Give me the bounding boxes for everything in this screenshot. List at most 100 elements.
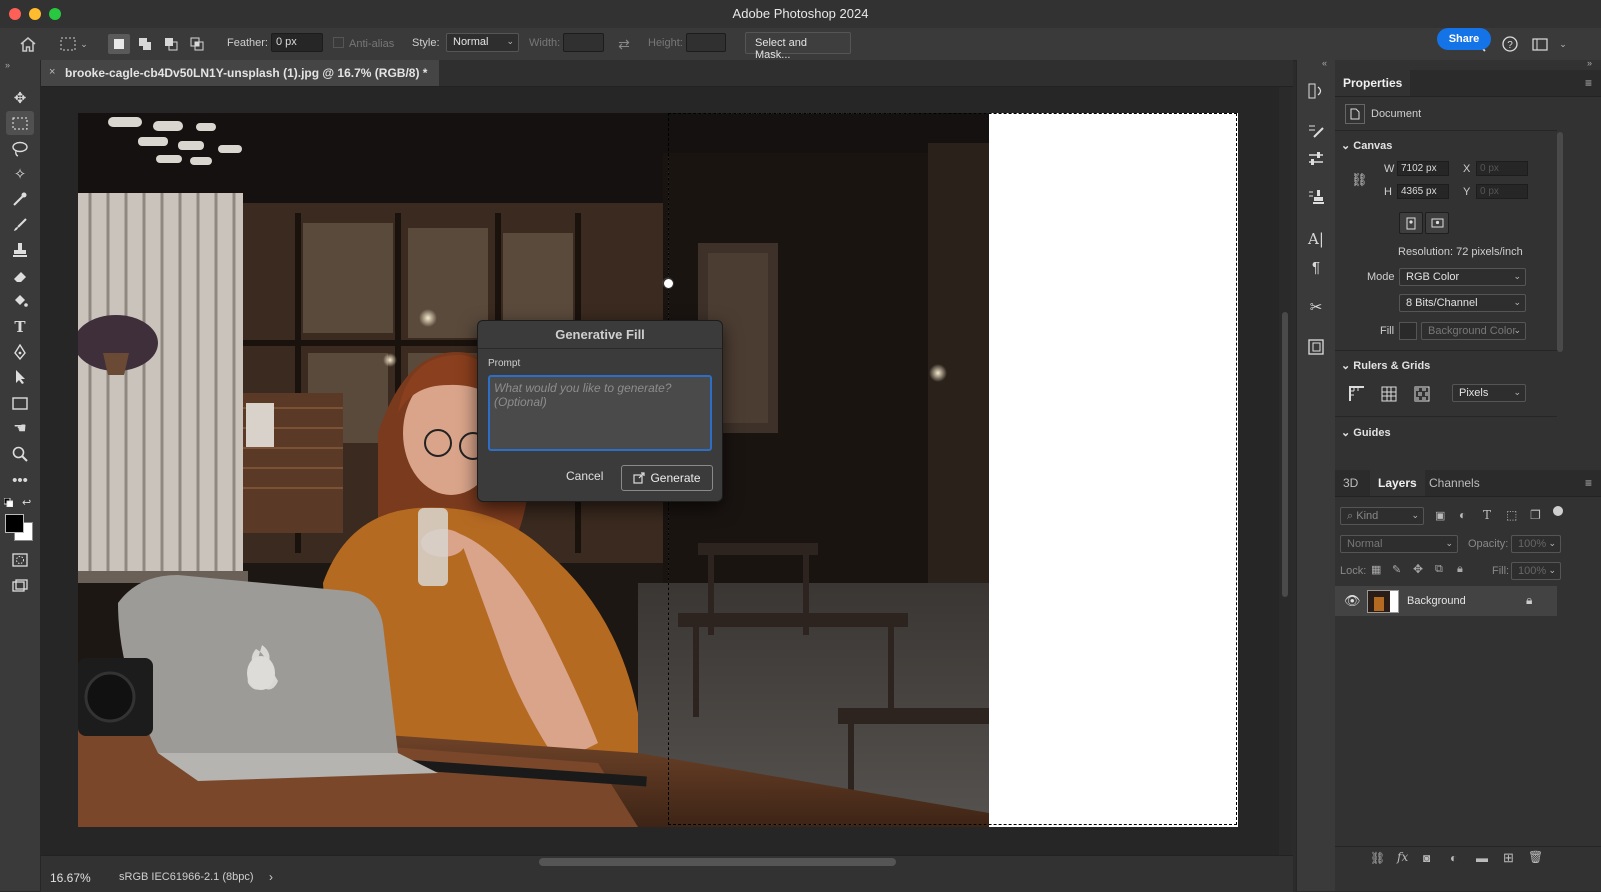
- clone-source-icon[interactable]: [1305, 186, 1327, 208]
- panel-menu-icon[interactable]: ≡: [1585, 476, 1592, 490]
- help-icon[interactable]: ?: [1500, 34, 1520, 54]
- portrait-icon[interactable]: [1399, 212, 1423, 234]
- document-tab[interactable]: × brooke-cagle-cb4Dv50LN1Y-unsplash (1).…: [41, 60, 440, 86]
- zoom-tool-icon[interactable]: [6, 442, 34, 466]
- opacity-input[interactable]: 100% ⌄: [1511, 535, 1561, 553]
- style-select[interactable]: Normal ⌄: [446, 33, 519, 52]
- eyedropper-tool-icon[interactable]: [6, 187, 34, 211]
- layer-row[interactable]: 👁︎ Background 🔒︎: [1335, 586, 1557, 616]
- adjustments-icon[interactable]: [1305, 148, 1327, 170]
- character-icon[interactable]: A|: [1305, 228, 1327, 250]
- canvas-y-input[interactable]: 0 px: [1476, 184, 1528, 199]
- link-icon[interactable]: ⛓: [1351, 172, 1368, 188]
- new-selection-icon[interactable]: [108, 34, 130, 54]
- canvas-height-input[interactable]: 4365 px: [1397, 184, 1449, 199]
- chevron-right-icon[interactable]: ›: [269, 870, 273, 884]
- horizontal-scroll-thumb[interactable]: [539, 858, 896, 866]
- selection-handle[interactable]: [663, 278, 674, 289]
- landscape-icon[interactable]: [1425, 212, 1449, 234]
- layer-lock-icon[interactable]: 🔒︎: [1526, 593, 1532, 608]
- more-tools-icon[interactable]: •••: [6, 468, 34, 492]
- prompt-input[interactable]: [488, 375, 712, 451]
- marquee-preset-button[interactable]: ⌄: [56, 34, 92, 54]
- smart-object-filter-icon[interactable]: ❐: [1530, 508, 1541, 522]
- paint-bucket-tool-icon[interactable]: [6, 289, 34, 313]
- tab-3d[interactable]: 3D: [1335, 470, 1366, 496]
- layer-kind-filter[interactable]: ⌕ Kind ⌄: [1340, 507, 1424, 525]
- ruler-icon[interactable]: [1348, 385, 1366, 406]
- antialias-checkbox[interactable]: Anti-alias: [333, 37, 394, 50]
- properties-scrollbar[interactable]: [1557, 132, 1565, 352]
- link-layers-icon[interactable]: ⛓: [1370, 851, 1385, 865]
- eraser-tool-icon[interactable]: [6, 264, 34, 288]
- rectangle-tool-icon[interactable]: [6, 391, 34, 415]
- tab-layers[interactable]: Layers: [1370, 470, 1425, 496]
- expand-icon[interactable]: »: [1587, 58, 1592, 68]
- workspace-icon[interactable]: [1530, 34, 1550, 54]
- lock-artboard-icon[interactable]: ⧉: [1435, 563, 1443, 576]
- swap-colors-icon[interactable]: ↩: [22, 496, 31, 509]
- lock-transparent-icon[interactable]: ▦: [1371, 563, 1381, 576]
- lock-pixels-icon[interactable]: ✎: [1392, 563, 1401, 576]
- feather-input[interactable]: 0 px: [271, 33, 323, 52]
- pixel-grid-icon[interactable]: [1413, 385, 1431, 406]
- marquee-tool-icon[interactable]: [6, 111, 34, 135]
- transparent-canvas-area[interactable]: [989, 113, 1238, 827]
- guides-section-header[interactable]: ⌄ Guides: [1341, 426, 1391, 439]
- image-filter-icon[interactable]: ▣: [1435, 509, 1445, 522]
- swap-icon[interactable]: ⇄: [614, 34, 634, 54]
- adjustment-filter-icon[interactable]: ◐: [1459, 508, 1466, 522]
- fill-select[interactable]: Background Color ⌄: [1421, 322, 1526, 340]
- blend-mode-select[interactable]: Normal ⌄: [1340, 535, 1458, 553]
- new-adjustment-icon[interactable]: ◐: [1450, 851, 1457, 865]
- hand-tool-icon[interactable]: ☚: [6, 416, 34, 440]
- foreground-color-swatch[interactable]: [5, 514, 24, 533]
- libraries-icon[interactable]: [1305, 336, 1327, 358]
- grid-icon[interactable]: [1380, 385, 1398, 406]
- lock-position-icon[interactable]: ✥: [1413, 562, 1423, 576]
- zoom-level[interactable]: 16.67%: [50, 871, 91, 885]
- bit-depth-select[interactable]: 8 Bits/Channel ⌄: [1399, 294, 1526, 312]
- canvas-section-header[interactable]: ⌄ Canvas: [1341, 139, 1392, 152]
- rulers-grids-section-header[interactable]: ⌄ Rulers & Grids: [1341, 359, 1430, 372]
- layer-name[interactable]: Background: [1407, 595, 1466, 607]
- generative-fill-title[interactable]: Generative Fill: [478, 321, 722, 349]
- collapse-icon[interactable]: »: [5, 60, 10, 70]
- delete-layer-icon[interactable]: 🗑︎: [1528, 850, 1543, 864]
- panel-menu-icon[interactable]: ≡: [1585, 76, 1592, 90]
- chevron-down-icon[interactable]: ⌄: [1557, 34, 1569, 54]
- width-input[interactable]: [563, 33, 604, 52]
- paragraph-icon[interactable]: ¶: [1305, 256, 1327, 278]
- pen-tool-icon[interactable]: [6, 340, 34, 364]
- type-tool-icon[interactable]: T: [6, 315, 34, 339]
- filter-toggle[interactable]: [1553, 506, 1563, 516]
- mode-select[interactable]: RGB Color ⌄: [1399, 268, 1526, 286]
- new-layer-icon[interactable]: ⊞: [1503, 850, 1514, 866]
- lasso-tool-icon[interactable]: [6, 137, 34, 161]
- close-tab-icon[interactable]: ×: [49, 66, 55, 78]
- quick-mask-icon[interactable]: [6, 548, 34, 572]
- brush-tool-icon[interactable]: [6, 213, 34, 237]
- type-filter-icon[interactable]: T: [1483, 508, 1491, 522]
- default-colors-icon[interactable]: [3, 497, 14, 508]
- vertical-scroll-thumb[interactable]: [1282, 312, 1288, 597]
- vertical-scrollbar[interactable]: [1279, 87, 1291, 855]
- shape-filter-icon[interactable]: ⬚: [1506, 508, 1517, 522]
- path-selection-tool-icon[interactable]: [6, 365, 34, 389]
- add-selection-icon[interactable]: [134, 34, 156, 54]
- move-tool-icon[interactable]: ✥: [6, 86, 34, 110]
- subtract-selection-icon[interactable]: [160, 34, 182, 54]
- tool-presets-icon[interactable]: ✂: [1305, 296, 1327, 318]
- select-and-mask-button[interactable]: Select and Mask...: [745, 32, 851, 61]
- height-input[interactable]: [686, 33, 726, 52]
- generate-button[interactable]: Generate: [621, 465, 713, 491]
- collapse-icon[interactable]: «: [1322, 58, 1327, 68]
- share-button[interactable]: Share: [1437, 28, 1491, 50]
- add-mask-icon[interactable]: ◙: [1423, 851, 1430, 865]
- lock-all-icon[interactable]: 🔒︎: [1457, 563, 1463, 576]
- tab-channels[interactable]: Channels: [1421, 470, 1488, 496]
- home-icon[interactable]: [16, 34, 40, 54]
- units-select[interactable]: Pixels ⌄: [1452, 384, 1526, 402]
- stamp-tool-icon[interactable]: [6, 238, 34, 262]
- brush-settings-icon[interactable]: [1305, 120, 1327, 142]
